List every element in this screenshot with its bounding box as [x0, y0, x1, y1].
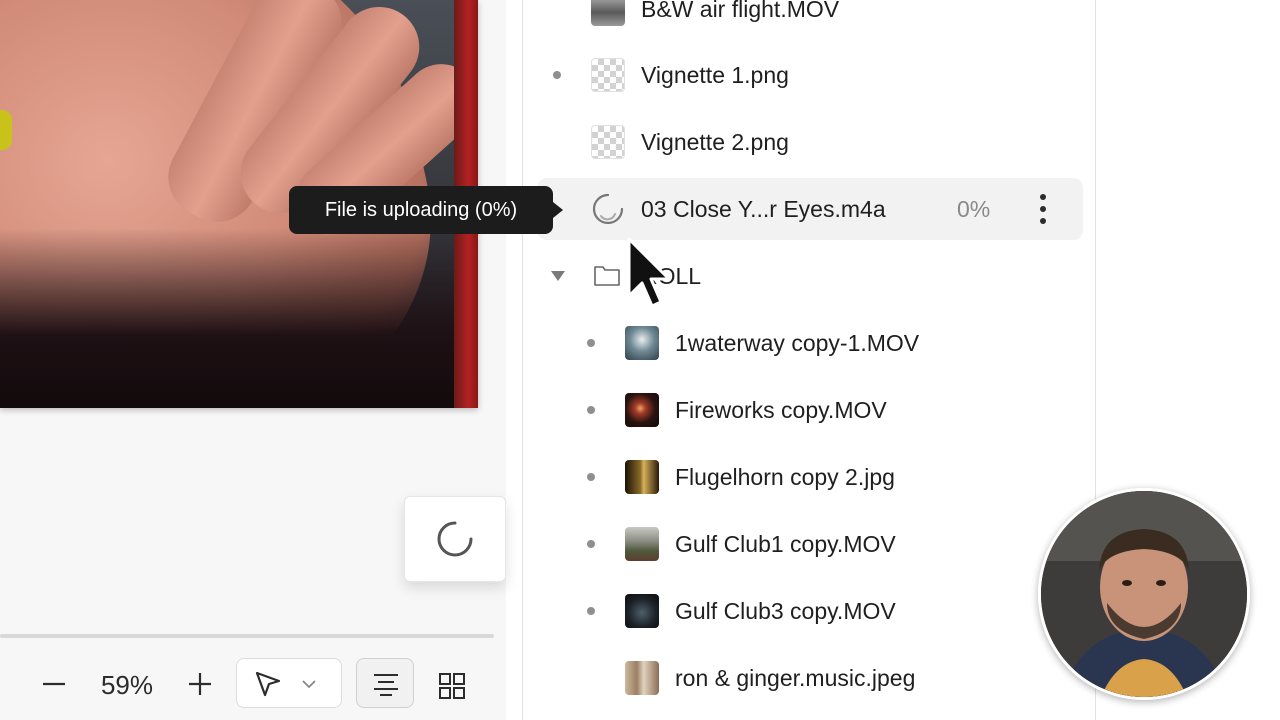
zoom-out-button[interactable]	[36, 666, 72, 702]
file-name: Fireworks copy.MOV	[675, 397, 887, 423]
upload-tooltip: File is uploading (0%)	[289, 186, 563, 234]
file-row[interactable]: Flugelhorn copy 2.jpg	[523, 446, 1095, 508]
align-lines-icon	[374, 674, 398, 696]
unused-indicator-dot	[587, 473, 595, 481]
file-name: Vignette 2.png	[641, 129, 789, 155]
unused-indicator-dot	[553, 71, 561, 79]
video-thumbnail	[625, 393, 659, 427]
unused-indicator-dot	[587, 339, 595, 347]
chevron-down-icon	[302, 680, 316, 689]
file-name: Gulf Club3 copy.MOV	[675, 598, 896, 624]
file-name: Gulf Club1 copy.MOV	[675, 531, 896, 557]
video-thumbnail	[625, 594, 659, 628]
canvas-toolbar: 59%	[0, 648, 506, 720]
grid-view-button[interactable]	[432, 666, 472, 706]
cursor-arrow-icon	[255, 671, 281, 697]
presenter-video	[1041, 491, 1247, 697]
folder-icon	[594, 266, 620, 286]
unused-indicator-dot	[587, 406, 595, 414]
file-name: 03 Close Y...r Eyes.m4a	[641, 196, 886, 222]
list-view-button[interactable]	[356, 658, 414, 708]
folder-row[interactable]: ROLL	[523, 245, 1095, 307]
unused-indicator-dot	[587, 607, 595, 615]
image-thumbnail	[625, 661, 659, 695]
shadow-area	[0, 228, 478, 408]
mouse-cursor-icon	[627, 237, 671, 308]
plus-icon	[189, 673, 211, 695]
minus-icon	[43, 682, 65, 686]
loading-card	[404, 496, 506, 582]
file-name: ron & ginger.music.jpeg	[675, 665, 916, 691]
file-row[interactable]: B&W air flight.MOV	[523, 0, 1095, 40]
file-name: Flugelhorn copy 2.jpg	[675, 464, 895, 490]
webcam-overlay	[1038, 488, 1250, 700]
preview-canvas: 59%	[0, 0, 506, 720]
grid-icon	[439, 673, 465, 699]
file-name: Vignette 1.png	[641, 62, 789, 88]
file-name: 1waterway copy-1.MOV	[675, 330, 920, 356]
file-list-panel: B&W air flight.MOV Vignette 1.png Vignet…	[523, 0, 1095, 720]
file-row[interactable]: Vignette 1.png	[523, 44, 1095, 106]
timeline-scrollbar[interactable]	[0, 634, 494, 638]
file-row[interactable]: Fireworks copy.MOV	[523, 379, 1095, 441]
pointer-tool-select[interactable]	[236, 658, 342, 708]
file-row[interactable]: Vignette 2.png	[523, 111, 1095, 173]
object-shape	[0, 110, 12, 150]
video-thumbnail	[625, 326, 659, 360]
loading-spinner-icon	[437, 521, 473, 557]
more-options-icon[interactable]	[1035, 192, 1051, 226]
file-row[interactable]: 1waterway copy-1.MOV	[523, 312, 1095, 374]
image-thumbnail	[591, 125, 625, 159]
file-name: B&W air flight.MOV	[641, 0, 840, 22]
zoom-level[interactable]: 59%	[92, 668, 162, 702]
file-row[interactable]: Gulf Club1 copy.MOV	[523, 513, 1095, 575]
zoom-in-button[interactable]	[182, 666, 218, 702]
file-row-uploading[interactable]: 03 Close Y...r Eyes.m4a 0%	[537, 178, 1083, 240]
image-thumbnail	[591, 58, 625, 92]
upload-percent: 0%	[957, 196, 991, 222]
image-thumbnail	[625, 460, 659, 494]
file-row[interactable]: Gulf Club3 copy.MOV	[523, 580, 1095, 642]
unused-indicator-dot	[587, 540, 595, 548]
file-row[interactable]: ron & ginger.music.jpeg	[523, 647, 1095, 709]
upload-progress-icon	[592, 193, 624, 225]
video-thumbnail	[591, 0, 625, 26]
caret-down-icon[interactable]	[551, 271, 565, 281]
video-thumbnail	[625, 527, 659, 561]
